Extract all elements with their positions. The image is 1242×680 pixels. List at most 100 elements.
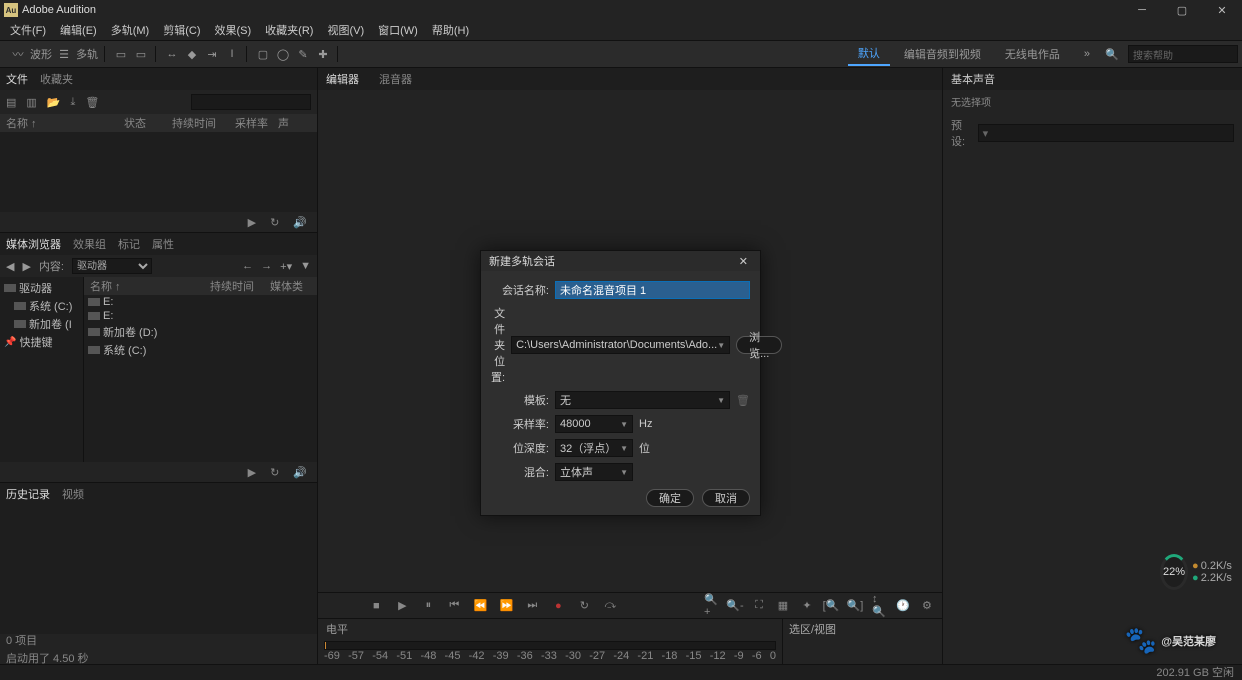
tab-video[interactable]: 视频 — [62, 486, 84, 502]
tool-slip-icon[interactable]: ⇥ — [204, 46, 220, 62]
nav-add-icon[interactable]: +▾ — [280, 260, 292, 273]
tool-brush-icon[interactable]: ✎ — [295, 46, 311, 62]
tab-mixer[interactable]: 混音器 — [379, 71, 412, 87]
tool-marquee-icon[interactable]: ▢ — [255, 46, 271, 62]
session-name-input[interactable] — [555, 281, 750, 299]
rewind-start-button[interactable]: ⏮ — [447, 599, 461, 613]
menu-help[interactable]: 帮助(H) — [426, 20, 475, 40]
forward-end-button[interactable]: ⏭ — [525, 599, 539, 613]
ok-button[interactable]: 确定 — [646, 489, 694, 507]
col-name[interactable]: 名称 ↑ — [6, 115, 116, 131]
mcol-name[interactable]: 名称 ↑ — [90, 278, 210, 294]
stop-button[interactable]: ■ — [369, 599, 383, 613]
insert-icon[interactable]: ⤓ — [71, 96, 76, 109]
preset-select[interactable]: ▾ — [978, 124, 1234, 142]
col-ch[interactable]: 声 — [278, 115, 289, 131]
skip-button[interactable]: ⤼ — [603, 599, 617, 613]
menu-multitrack[interactable]: 多轨(M) — [105, 20, 156, 40]
tab-favorites[interactable]: 收藏夹 — [40, 71, 73, 87]
rewind-button[interactable]: ⏪ — [473, 599, 487, 613]
multitrack-icon[interactable]: ☰ — [56, 46, 72, 62]
open-file-icon[interactable]: ▥ — [26, 96, 36, 109]
menu-favorites[interactable]: 收藏夹(R) — [259, 20, 319, 40]
nav-prev-icon[interactable]: ← — [242, 260, 253, 272]
template-select[interactable]: 无▼ — [555, 391, 730, 409]
workspace-default[interactable]: 默认 — [848, 42, 890, 66]
import-icon[interactable]: 📂 — [47, 96, 61, 109]
files-play-icon[interactable]: ▶ — [248, 216, 256, 229]
tab-media-browser[interactable]: 媒体浏览器 — [6, 236, 61, 252]
mcol-type[interactable]: 媒体类 — [270, 278, 303, 294]
tool-lasso-icon[interactable]: ◯ — [275, 46, 291, 62]
col-duration[interactable]: 持续时间 — [172, 115, 227, 131]
rate-select[interactable]: 48000▼ — [555, 415, 633, 433]
tool-time-icon[interactable]: I — [224, 46, 240, 62]
new-file-icon[interactable]: ▤ — [6, 96, 16, 109]
content-select[interactable]: 驱动器 — [72, 258, 152, 274]
media-tree[interactable]: 驱动器 系统 (C:) 新加卷 (I 📌 快捷键 — [0, 277, 84, 462]
help-search-input[interactable]: 搜索帮助 — [1128, 45, 1238, 63]
tab-markers[interactable]: 标记 — [118, 236, 140, 252]
tool-move-icon[interactable]: ↔ — [164, 46, 180, 62]
tab-files[interactable]: 文件 — [6, 71, 28, 87]
menu-view[interactable]: 视图(V) — [321, 20, 370, 40]
nav-back-icon[interactable]: ◀ — [6, 260, 14, 273]
zoom-full-icon[interactable]: ⛶ — [752, 599, 766, 613]
maximize-button[interactable]: ▢ — [1162, 0, 1202, 20]
tool-rect-icon[interactable]: ▭ — [113, 46, 129, 62]
mcol-duration[interactable]: 持续时间 — [210, 278, 270, 294]
tab-editor[interactable]: 编辑器 — [326, 71, 359, 87]
menu-clip[interactable]: 剪辑(C) — [157, 20, 206, 40]
menu-edit[interactable]: 编辑(E) — [54, 20, 103, 40]
workspace-radio[interactable]: 无线电作品 — [995, 43, 1070, 65]
delete-icon[interactable]: 🗑 — [85, 96, 99, 109]
search-icon[interactable]: 🔍 — [1104, 46, 1120, 62]
media-autoplay-icon[interactable]: 🔊 — [293, 466, 307, 479]
minimize-button[interactable]: ─ — [1122, 0, 1162, 20]
col-status[interactable]: 状态 — [124, 115, 164, 131]
zoom-in-time-icon[interactable]: [🔍 — [824, 599, 838, 613]
filter-icon[interactable]: ▼ — [300, 260, 311, 272]
menu-file[interactable]: 文件(F) — [4, 20, 52, 40]
menu-effects[interactable]: 效果(S) — [209, 20, 258, 40]
nav-next-icon[interactable]: → — [261, 260, 272, 272]
workspace-edit-video[interactable]: 编辑音频到视频 — [894, 43, 991, 65]
zoom-out-time-icon[interactable]: 🔍] — [848, 599, 862, 613]
waveform-icon[interactable]: 〰 — [10, 46, 26, 62]
tab-effects-rack[interactable]: 效果组 — [73, 236, 106, 252]
dialog-close-button[interactable]: ✕ — [735, 255, 752, 268]
media-loop-icon[interactable]: ↻ — [270, 466, 279, 479]
zoom-sel-icon[interactable]: ▦ — [776, 599, 790, 613]
loop-button[interactable]: ↻ — [577, 599, 591, 613]
multitrack-label[interactable]: 多轨 — [76, 46, 98, 62]
template-delete-icon[interactable]: 🗑 — [736, 394, 750, 407]
col-rate[interactable]: 采样率 — [235, 115, 270, 131]
tab-history[interactable]: 历史记录 — [6, 486, 50, 502]
files-autoplay-icon[interactable]: 🔊 — [293, 216, 307, 229]
pause-button[interactable]: ⏸ — [421, 599, 435, 613]
folder-select[interactable]: C:\Users\Administrator\Documents\Ado...▼ — [511, 336, 730, 354]
files-loop-icon[interactable]: ↻ — [270, 216, 279, 229]
play-button[interactable]: ▶ — [395, 599, 409, 613]
tool-razor-icon[interactable]: ◆ — [184, 46, 200, 62]
gear-icon[interactable]: ⚙ — [920, 599, 934, 613]
forward-button[interactable]: ⏩ — [499, 599, 513, 613]
tool-heal-icon[interactable]: ✚ — [315, 46, 331, 62]
media-play-icon[interactable]: ▶ — [248, 466, 256, 479]
mix-select[interactable]: 立体声▼ — [555, 463, 633, 481]
close-button[interactable]: ✕ — [1202, 0, 1242, 20]
nav-fwd-icon[interactable]: ▶ — [22, 260, 30, 273]
browse-button[interactable]: 浏览... — [736, 336, 782, 354]
depth-select[interactable]: 32（浮点）▼ — [555, 439, 633, 457]
waveform-label[interactable]: 波形 — [30, 46, 52, 62]
clock-icon[interactable]: 🕐 — [896, 599, 910, 613]
zoom-in-amp-icon[interactable]: ↕🔍 — [872, 599, 886, 613]
zoom-out-icon[interactable]: 🔍- — [728, 599, 742, 613]
tool-rect2-icon[interactable]: ▭ — [133, 46, 149, 62]
zoom-in-icon[interactable]: 🔍+ — [704, 599, 718, 613]
tab-properties[interactable]: 属性 — [152, 236, 174, 252]
workspace-more[interactable]: » — [1074, 45, 1100, 63]
menu-window[interactable]: 窗口(W) — [372, 20, 424, 40]
cancel-button[interactable]: 取消 — [702, 489, 750, 507]
record-button[interactable]: ● — [551, 599, 565, 613]
